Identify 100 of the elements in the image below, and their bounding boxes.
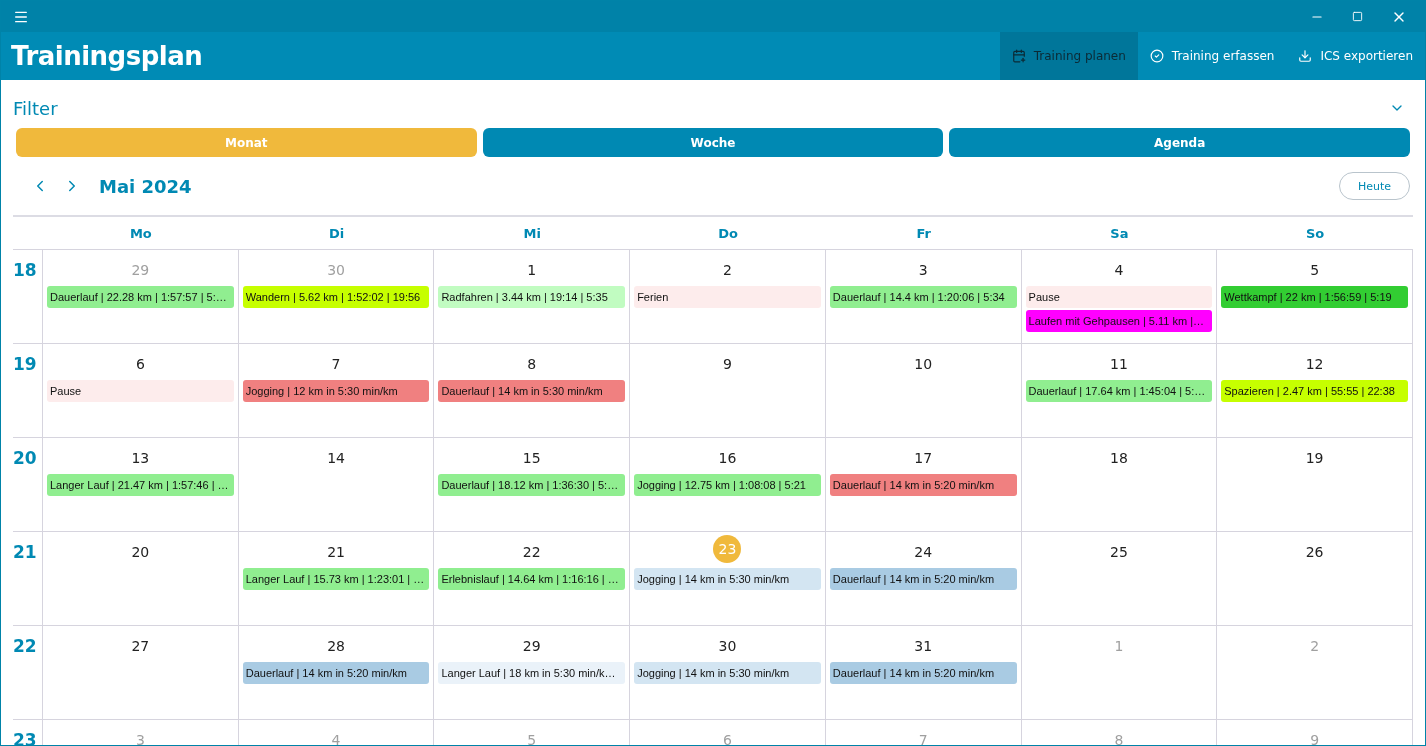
day-number: 4: [330, 731, 342, 745]
training-event[interactable]: Ferien: [634, 286, 821, 308]
training-event[interactable]: Dauerlauf | 14 km in 5:20 min/km: [242, 662, 430, 684]
day-cell[interactable]: 22 Erlebnislauf | 14.64 km | 1:16:16 | …: [434, 532, 631, 626]
day-cell[interactable]: 6 Pause: [43, 344, 239, 438]
day-cell[interactable]: 1 Radfahren | 3.44 km | 19:14 | 5:35: [434, 250, 631, 344]
calendar-plus-icon: [1011, 49, 1026, 63]
day-number: 6: [722, 731, 733, 745]
day-number: 25: [1109, 543, 1129, 562]
day-cell[interactable]: 17 Dauerlauf | 14 km in 5:20 min/km: [825, 438, 1022, 532]
day-cell[interactable]: 2 Ferien: [630, 250, 826, 344]
day-cell[interactable]: 18: [1021, 438, 1218, 532]
training-event[interactable]: Radfahren | 3.44 km | 19:14 | 5:35: [438, 286, 626, 308]
today-button[interactable]: Heute: [1339, 172, 1410, 200]
view-tab[interactable]: Agenda: [949, 128, 1410, 157]
day-number: 30: [717, 637, 738, 656]
day-cell[interactable]: 23 Jogging | 14 km in 5:30 min/km: [630, 532, 826, 626]
day-number: 8: [526, 355, 538, 374]
day-cell[interactable]: 9: [630, 344, 826, 438]
day-cell[interactable]: 30 Wandern | 5.62 km | 1:52:02 | 19:56: [238, 250, 435, 344]
training-event[interactable]: Pause: [1025, 286, 1213, 308]
app-title: Trainingsplan: [11, 41, 203, 71]
day-number: 7: [330, 355, 342, 374]
training-event[interactable]: Jogging | 12 km in 5:30 min/km: [242, 380, 430, 402]
day-cell[interactable]: 26: [1217, 532, 1413, 626]
training-event[interactable]: Jogging | 14 km in 5:30 min/km: [634, 568, 821, 590]
day-cell[interactable]: 29 Dauerlauf | 22.28 km | 1:57:57 | 5:…: [43, 250, 239, 344]
weekday-header: Mi: [434, 217, 631, 250]
training-event[interactable]: Langer Lauf | 18 km in 5:30 min/k…: [438, 662, 626, 684]
day-number: 23: [713, 535, 742, 563]
day-cell[interactable]: 10: [825, 344, 1022, 438]
day-number: 2: [1309, 637, 1321, 656]
day-cell[interactable]: 12 Spazieren | 2.47 km | 55:55 | 22:38: [1217, 344, 1413, 438]
day-number: 17: [913, 449, 934, 468]
day-cell[interactable]: 13 Langer Lauf | 21.47 km | 1:57:46 | …: [43, 438, 239, 532]
training-event[interactable]: Dauerlauf | 14 km in 5:20 min/km: [829, 568, 1017, 590]
command-button[interactable]: ICS exportieren: [1286, 32, 1425, 80]
training-event[interactable]: Wandern | 5.62 km | 1:52:02 | 19:56: [242, 286, 430, 308]
day-number: 3: [917, 261, 929, 280]
day-cell[interactable]: 27: [43, 626, 239, 720]
weekday-header: Di: [238, 217, 435, 250]
day-cell[interactable]: 4 Pause Laufen mit Gehpausen | 5.11 km |…: [1021, 250, 1218, 344]
day-number: 3: [134, 731, 146, 745]
weekday-header: Fr: [825, 217, 1022, 250]
day-cell[interactable]: 8 Dauerlauf | 14 km in 5:30 min/km: [434, 344, 631, 438]
day-number: 29: [130, 261, 151, 280]
training-event[interactable]: Jogging | 12.75 km | 1:08:08 | 5:21: [634, 474, 821, 496]
day-cell[interactable]: 29 Langer Lauf | 18 km in 5:30 min/k…: [434, 626, 631, 720]
day-cell[interactable]: 28 Dauerlauf | 14 km in 5:20 min/km: [238, 626, 435, 720]
day-number: 31: [913, 637, 934, 656]
day-number: 7: [917, 731, 929, 745]
day-cell[interactable]: 15 Dauerlauf | 18.12 km | 1:36:30 | 5:…: [434, 438, 631, 532]
day-number: 12: [1304, 355, 1325, 374]
day-cell[interactable]: 16 Jogging | 12.75 km | 1:08:08 | 5:21: [630, 438, 826, 532]
training-event[interactable]: Dauerlauf | 14.4 km | 1:20:06 | 5:34: [829, 286, 1017, 308]
day-cell[interactable]: 5 Wettkampf | 22 km | 1:56:59 | 5:19: [1217, 250, 1413, 344]
training-event[interactable]: Dauerlauf | 17.64 km | 1:45:04 | 5:…: [1025, 380, 1213, 402]
training-event[interactable]: Pause: [47, 380, 234, 402]
weekday-header: Do: [630, 217, 826, 250]
month-title: Mai 2024: [99, 175, 193, 197]
training-event[interactable]: Dauerlauf | 18.12 km | 1:36:30 | 5:…: [438, 474, 626, 496]
maximize-icon[interactable]: [1352, 11, 1363, 22]
day-cell[interactable]: 30 Jogging | 14 km in 5:30 min/km: [630, 626, 826, 720]
day-number: 6: [134, 355, 146, 374]
day-number: 19: [1304, 449, 1325, 468]
command-button[interactable]: Training erfassen: [1137, 32, 1287, 80]
day-cell[interactable]: 25: [1021, 532, 1218, 626]
day-number: 9: [722, 355, 733, 374]
day-cell[interactable]: 3 Dauerlauf | 14.4 km | 1:20:06 | 5:34: [825, 250, 1022, 344]
day-number: 4: [1113, 261, 1125, 280]
day-cell[interactable]: 21 Langer Lauf | 15.73 km | 1:23:01 | …: [238, 532, 435, 626]
training-event[interactable]: Wettkampf | 22 km | 1:56:59 | 5:19: [1221, 286, 1408, 308]
day-number: 29: [521, 637, 542, 656]
day-number: 5: [1309, 261, 1321, 280]
week-number: 22: [13, 626, 43, 720]
day-cell[interactable]: 24 Dauerlauf | 14 km in 5:20 min/km: [825, 532, 1022, 626]
day-number: 9: [1309, 731, 1321, 745]
week-number: 19: [13, 344, 43, 438]
training-event[interactable]: Erlebnislauf | 14.64 km | 1:16:16 | …: [438, 568, 626, 590]
day-cell[interactable]: 20: [43, 532, 239, 626]
training-event[interactable]: Jogging | 14 km in 5:30 min/km: [634, 662, 821, 684]
day-cell[interactable]: 14: [238, 438, 435, 532]
training-event[interactable]: Langer Lauf | 21.47 km | 1:57:46 | …: [47, 474, 234, 496]
training-event[interactable]: Dauerlauf | 14 km in 5:30 min/km: [438, 380, 626, 402]
day-number: 8: [1113, 731, 1125, 745]
training-event[interactable]: Dauerlauf | 14 km in 5:20 min/km: [829, 474, 1017, 496]
day-cell[interactable]: 7 Jogging | 12 km in 5:30 min/km: [238, 344, 435, 438]
day-number: 21: [326, 543, 346, 562]
day-number: 11: [1109, 355, 1129, 374]
day-cell[interactable]: 19: [1217, 438, 1413, 532]
day-cell[interactable]: 11 Dauerlauf | 17.64 km | 1:45:04 | 5:…: [1021, 344, 1218, 438]
training-event[interactable]: Dauerlauf | 14 km in 5:20 min/km: [829, 662, 1017, 684]
day-number: 14: [326, 449, 346, 468]
view-tab[interactable]: Woche: [482, 128, 944, 157]
training-event[interactable]: Dauerlauf | 22.28 km | 1:57:57 | 5:…: [47, 286, 234, 308]
weekday-header: Mo: [43, 217, 239, 250]
training-event[interactable]: Laufen mit Gehpausen | 5.11 km |…: [1025, 310, 1213, 332]
training-event[interactable]: Langer Lauf | 15.73 km | 1:23:01 | …: [242, 568, 430, 590]
day-cell[interactable]: 31 Dauerlauf | 14 km in 5:20 min/km: [825, 626, 1022, 720]
training-event[interactable]: Spazieren | 2.47 km | 55:55 | 22:38: [1221, 380, 1408, 402]
